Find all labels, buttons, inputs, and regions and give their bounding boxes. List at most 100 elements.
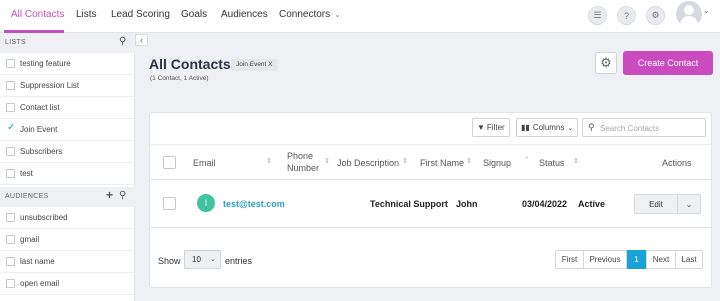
contact-count: (1 Contact, 1 Active) bbox=[150, 75, 209, 82]
search-icon[interactable]: ⚲ bbox=[119, 190, 126, 201]
search-icon: ⚲ bbox=[588, 122, 595, 132]
sort-icon[interactable]: ⇕ bbox=[573, 157, 579, 165]
column-header-email[interactable]: Email bbox=[193, 158, 216, 168]
contacts-table-card: ▼Filter ▮▮Columns⌄ ⚲ Email ⇕ Phone Numbe… bbox=[149, 112, 712, 288]
filter-tag[interactable]: Join Event X bbox=[231, 59, 278, 71]
nav-lead-scoring[interactable]: Lead Scoring bbox=[111, 9, 170, 20]
nav-connectors[interactable]: Connectors ⌄ bbox=[279, 9, 341, 20]
create-contact-button[interactable]: Create Contact bbox=[623, 51, 713, 75]
list-item[interactable]: last name bbox=[0, 251, 135, 273]
sort-icon[interactable]: ⇕ bbox=[466, 157, 472, 165]
checkbox[interactable] bbox=[6, 257, 15, 266]
pagination-previous[interactable]: Previous bbox=[583, 250, 627, 269]
checkbox[interactable] bbox=[6, 169, 15, 178]
show-label: Show bbox=[158, 256, 181, 266]
row-checkbox[interactable] bbox=[163, 197, 176, 210]
checkbox[interactable] bbox=[6, 279, 15, 288]
sort-icon[interactable]: ⌃ bbox=[524, 156, 530, 164]
list-item-label: Join Event bbox=[20, 125, 58, 134]
pagination-last[interactable]: Last bbox=[675, 250, 703, 269]
settings-icon[interactable]: ⚙ bbox=[646, 6, 665, 25]
checkbox[interactable] bbox=[6, 147, 15, 156]
chat-icon[interactable]: ☰ bbox=[588, 6, 607, 25]
search-input[interactable] bbox=[600, 121, 704, 135]
gear-icon: ⚙ bbox=[600, 55, 612, 70]
checkbox[interactable] bbox=[6, 235, 15, 244]
list-item-label: unsubscribed bbox=[20, 213, 68, 222]
list-item-label: open email bbox=[20, 279, 60, 288]
entries-select[interactable]: 10 ⌄ bbox=[184, 250, 221, 269]
list-item-label: test bbox=[20, 169, 33, 178]
entries-value: 10 bbox=[192, 255, 201, 264]
sort-icon[interactable]: ⇕ bbox=[402, 157, 408, 165]
contact-avatar: I bbox=[197, 194, 215, 212]
user-avatar[interactable] bbox=[676, 1, 702, 27]
list-item-label: Suppression List bbox=[20, 81, 80, 90]
table-row[interactable]: I test@test.com Technical Support John 0… bbox=[150, 180, 711, 228]
checkmark-icon[interactable]: ✓ bbox=[7, 122, 15, 133]
column-header-phone[interactable]: Phone Number bbox=[287, 150, 323, 174]
help-icon[interactable]: ? bbox=[617, 6, 636, 25]
columns-label: Columns bbox=[532, 123, 565, 132]
filter-label: Filter bbox=[486, 123, 505, 132]
list-item[interactable]: open email bbox=[0, 273, 135, 295]
chevron-down-icon[interactable]: ⌄ bbox=[678, 195, 700, 213]
pagination-page-1[interactable]: 1 bbox=[627, 250, 646, 269]
nav-audiences[interactable]: Audiences bbox=[221, 9, 268, 20]
checkbox[interactable] bbox=[6, 81, 15, 90]
collapse-sidebar-button[interactable]: ‹ bbox=[135, 34, 148, 46]
contact-first-name: John bbox=[456, 199, 478, 209]
audiences-title: AUDIENCES bbox=[5, 193, 49, 200]
sort-icon[interactable]: ⇕ bbox=[324, 157, 330, 165]
column-header-status[interactable]: Status bbox=[539, 158, 565, 168]
list-item-label: Subscribers bbox=[20, 147, 63, 156]
chevron-down-icon: ⌄ bbox=[334, 10, 341, 19]
checkbox[interactable] bbox=[6, 213, 15, 222]
column-header-job[interactable]: Job Description bbox=[337, 158, 399, 168]
edit-action-group: Edit ⌄ bbox=[634, 194, 701, 214]
lists-title: LISTS bbox=[5, 39, 26, 46]
search-box[interactable]: ⚲ bbox=[582, 118, 706, 137]
list-item-label: last name bbox=[20, 257, 55, 266]
pagination-first[interactable]: First bbox=[555, 250, 584, 269]
list-item[interactable]: ✓ Join Event bbox=[0, 119, 135, 141]
nav-all-contacts[interactable]: All Contacts bbox=[11, 9, 64, 20]
nav-lists[interactable]: Lists bbox=[76, 9, 97, 20]
list-item[interactable]: unsubscribed bbox=[0, 207, 135, 229]
column-header-signup[interactable]: Signup bbox=[483, 158, 511, 168]
list-item-label: testing feature bbox=[20, 59, 71, 68]
list-item[interactable]: gmail bbox=[0, 229, 135, 251]
list-item-label: Contact list bbox=[20, 103, 60, 112]
chevron-down-icon: ⌄ bbox=[210, 256, 216, 263]
settings-button[interactable]: ⚙ bbox=[595, 52, 617, 74]
entries-label: entries bbox=[225, 256, 253, 266]
lists-section-header: LISTS ⚲ bbox=[0, 33, 135, 53]
columns-button[interactable]: ▮▮ Columns ⌄ bbox=[516, 118, 579, 137]
filter-button[interactable]: ▼ Filter bbox=[472, 118, 510, 137]
list-item[interactable]: Subscribers bbox=[0, 141, 135, 163]
edit-button[interactable]: Edit bbox=[635, 195, 678, 213]
audiences-section-header: AUDIENCES + ⚲ bbox=[0, 187, 135, 207]
list-item[interactable]: Contact list bbox=[0, 97, 135, 119]
page-title: All Contacts bbox=[149, 56, 231, 72]
sidebar: LISTS ⚲ testing feature Suppression List… bbox=[0, 33, 135, 301]
add-icon[interactable]: + bbox=[106, 188, 113, 202]
contact-job: Technical Support bbox=[370, 199, 448, 209]
select-all-checkbox[interactable] bbox=[163, 156, 176, 169]
contact-email-link[interactable]: test@test.com bbox=[223, 199, 285, 209]
column-header-first-name[interactable]: First Name bbox=[420, 158, 464, 168]
checkbox[interactable] bbox=[6, 103, 15, 112]
list-item[interactable]: Suppression List bbox=[0, 75, 135, 97]
search-icon[interactable]: ⚲ bbox=[119, 36, 126, 47]
nav-goals[interactable]: Goals bbox=[181, 9, 207, 20]
chevron-down-icon[interactable]: ⌄ bbox=[703, 6, 710, 15]
contact-signup: 03/04/2022 bbox=[522, 199, 568, 209]
checkbox[interactable] bbox=[6, 59, 15, 68]
filter-icon: ▼ bbox=[477, 123, 485, 132]
list-item[interactable]: test bbox=[0, 163, 135, 185]
table-header: Email ⇕ Phone Number ⇕ Job Description ⇕… bbox=[150, 144, 711, 180]
columns-icon: ▮▮ bbox=[521, 123, 530, 132]
sort-icon[interactable]: ⇕ bbox=[266, 157, 272, 165]
pagination-next[interactable]: Next bbox=[646, 250, 676, 269]
list-item[interactable]: testing feature bbox=[0, 53, 135, 75]
